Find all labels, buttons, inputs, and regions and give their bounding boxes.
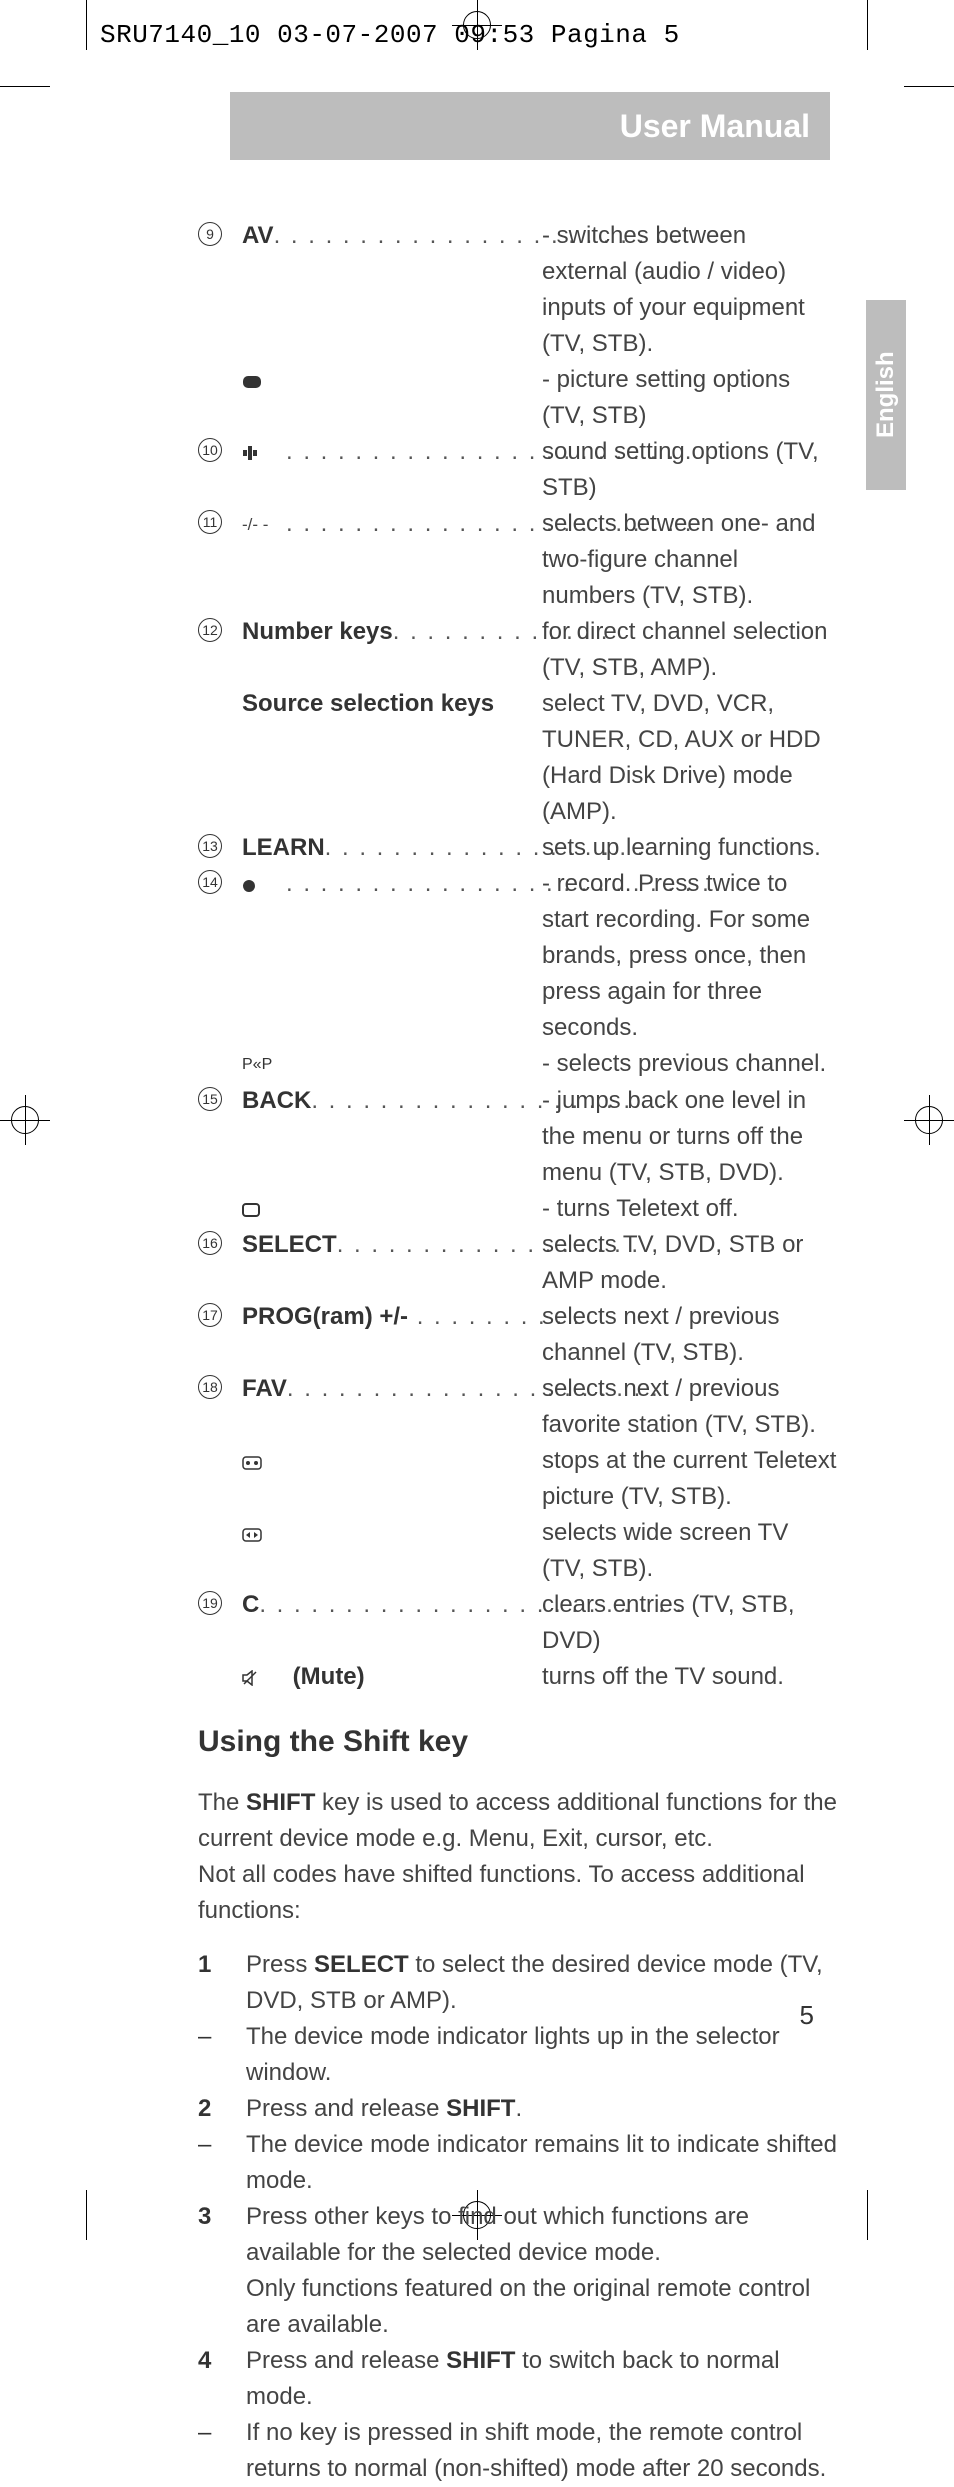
registration-mark	[0, 1095, 50, 1145]
list-subitem: (Mute) turns off the TV sound.	[198, 1659, 838, 1696]
crop-mark	[0, 50, 50, 87]
item-number: 17	[198, 1303, 222, 1327]
description: selects between one- and two-figure chan…	[542, 506, 838, 614]
term: FAV	[242, 1375, 287, 1402]
item-number: 15	[198, 1087, 222, 1111]
description: stops at the current Teletext picture (T…	[542, 1443, 838, 1515]
note: –The device mode indicator lights up in …	[198, 2019, 838, 2091]
mute-icon	[242, 1660, 286, 1696]
term: LEARN	[242, 834, 325, 861]
list-item: 17 PROG(ram) +/- . . . . . . . . . . sel…	[198, 1299, 838, 1371]
list-item: 9 AV. . . . . . . . . . . . . . . . . . …	[198, 218, 838, 362]
item-number: 13	[198, 834, 222, 858]
teletext-off-icon	[242, 1191, 286, 1227]
list-item: 10 . . . . . . . . . . . . . . . . . . .…	[198, 434, 838, 506]
step: 3Press other keys to find out which func…	[198, 2199, 838, 2343]
description: sets up learning functions.	[542, 830, 838, 866]
note: –The device mode indicator remains lit t…	[198, 2127, 838, 2199]
previous-channel-icon: P«P	[242, 1047, 286, 1083]
crop-mark	[867, 2190, 904, 2240]
content: 9 AV. . . . . . . . . . . . . . . . . . …	[198, 218, 838, 2487]
item-number: 19	[198, 1591, 222, 1615]
paragraph: Not all codes have shifted functions. To…	[198, 1857, 838, 1929]
description: selects wide screen TV (TV, STB).	[542, 1515, 838, 1587]
sound-settings-icon	[242, 435, 286, 471]
item-number: 14	[198, 870, 222, 894]
crop-mark	[867, 0, 904, 50]
list-item: 15 BACK. . . . . . . . . . . . . . . . .…	[198, 1083, 838, 1191]
step: 2Press and release SHIFT.	[198, 2091, 838, 2127]
term: Number keys	[242, 618, 393, 645]
description: - record. Press twice to start recording…	[542, 866, 838, 1046]
teletext-hold-icon	[242, 1444, 286, 1480]
crop-mark	[904, 50, 954, 87]
list-subitem: Source selection keys select TV, DVD, VC…	[198, 686, 838, 830]
language-tab: English	[866, 300, 906, 490]
description: - turns Teletext off.	[542, 1191, 838, 1228]
description: - selects previous channel.	[542, 1046, 838, 1083]
page-title: User Manual	[230, 92, 830, 160]
page-number: 5	[800, 2000, 814, 2031]
list-item: 18 FAV. . . . . . . . . . . . . . . . . …	[198, 1371, 838, 1443]
description: for direct channel selection (TV, STB, A…	[542, 614, 838, 686]
list-item: 14 . . . . . . . . . . . . . . . . . . .…	[198, 866, 838, 1046]
item-number: 11	[198, 510, 222, 534]
description: selects TV, DVD, STB or AMP mode.	[542, 1227, 838, 1299]
description: turns off the TV sound.	[542, 1659, 838, 1696]
description: - jumps back one level in the menu or tu…	[542, 1083, 838, 1191]
term: BACK	[242, 1087, 311, 1114]
description: clears entries (TV, STB, DVD)	[542, 1587, 838, 1659]
record-icon	[242, 867, 286, 903]
description: - switches between external (audio / vid…	[542, 218, 838, 362]
page: SRU7140_10 03-07-2007 09:53 Pagina 5 Use…	[0, 0, 954, 2240]
print-slug: SRU7140_10 03-07-2007 09:53 Pagina 5	[100, 20, 680, 50]
step: 4Press and release SHIFT to switch back …	[198, 2343, 838, 2415]
list-subitem: stops at the current Teletext picture (T…	[198, 1443, 838, 1515]
description: - picture setting options (TV, STB)	[542, 362, 838, 434]
list-subitem: selects wide screen TV (TV, STB).	[198, 1515, 838, 1587]
list-item: 12 Number keys. . . . . . . . . . . . . …	[198, 614, 838, 686]
picture-settings-icon	[242, 363, 286, 399]
crop-mark	[50, 0, 87, 50]
list-item: 13 LEARN. . . . . . . . . . . . . . . . …	[198, 830, 838, 866]
paragraph: The SHIFT key is used to access addition…	[198, 1785, 838, 1857]
section-heading: Using the Shift key	[198, 1724, 838, 1760]
item-number: 10	[198, 438, 222, 462]
item-number: 16	[198, 1231, 222, 1255]
item-number: 9	[198, 222, 222, 246]
description: sound setting options (TV, STB)	[542, 434, 838, 506]
list-item: 11 -/- -. . . . . . . . . . . . . . . . …	[198, 506, 838, 614]
step: 1Press SELECT to select the desired devi…	[198, 1947, 838, 2019]
list-subitem: - picture setting options (TV, STB)	[198, 362, 838, 434]
term: C	[242, 1591, 259, 1618]
list-item: 19 C. . . . . . . . . . . . . . . . . . …	[198, 1587, 838, 1659]
term: PROG(ram) +/-	[242, 1303, 408, 1330]
registration-mark	[904, 1095, 954, 1145]
description: selects next / previous favorite station…	[542, 1371, 838, 1443]
crop-mark	[50, 2190, 87, 2240]
list-subitem: P«P - selects previous channel.	[198, 1046, 838, 1083]
steps-list: 1Press SELECT to select the desired devi…	[198, 1947, 838, 2487]
icon-label: (Mute)	[293, 1663, 365, 1690]
widescreen-icon	[242, 1516, 286, 1552]
note: –If no key is pressed in shift mode, the…	[198, 2415, 838, 2487]
item-number: 18	[198, 1375, 222, 1399]
term: AV	[242, 222, 274, 249]
digit-entry-icon: -/- -	[242, 507, 286, 543]
description: select TV, DVD, VCR, TUNER, CD, AUX or H…	[542, 686, 838, 830]
term: Source selection keys	[242, 690, 494, 717]
description: selects next / previous channel (TV, STB…	[542, 1299, 838, 1371]
list-subitem: - turns Teletext off.	[198, 1191, 838, 1228]
term: SELECT	[242, 1231, 337, 1258]
list-item: 16 SELECT. . . . . . . . . . . . . . . .…	[198, 1227, 838, 1299]
item-number: 12	[198, 618, 222, 642]
